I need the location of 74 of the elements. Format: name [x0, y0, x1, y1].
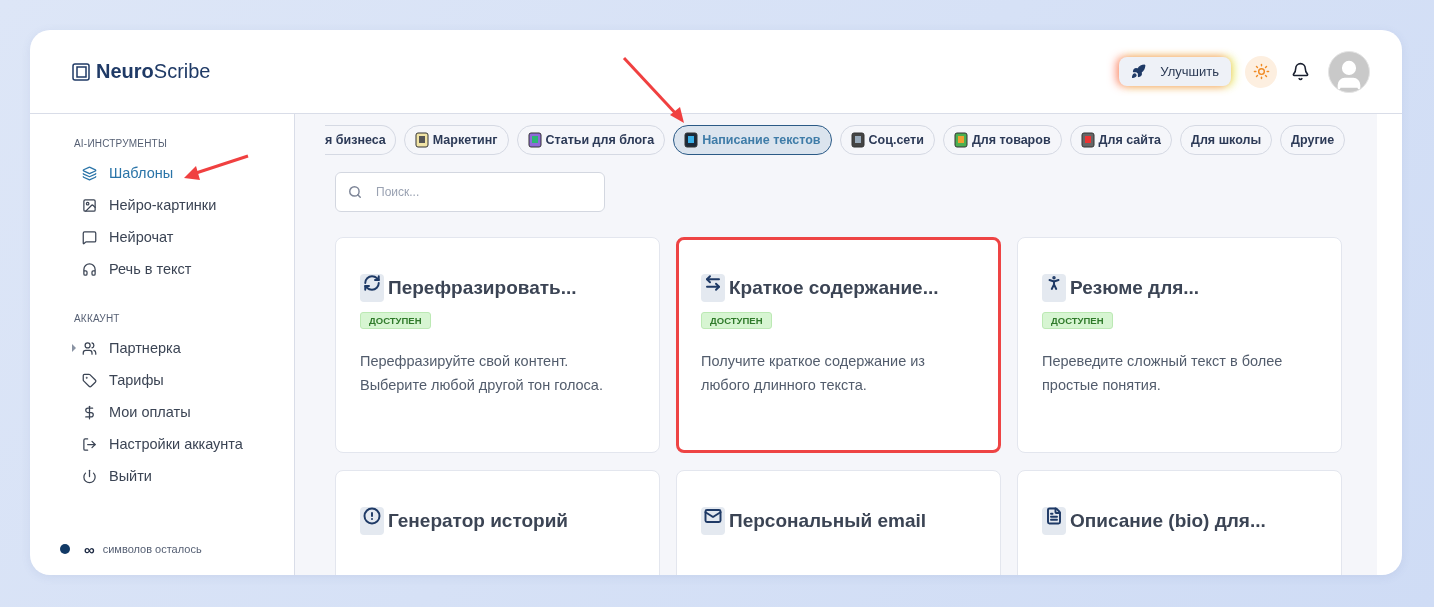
card-title: Резюме для...: [1070, 277, 1200, 299]
card-description: Получите краткое содержание из любого длинного текста.: [701, 352, 927, 395]
card-description: Переведите сложный текст в более простые понятия.: [1042, 352, 1284, 395]
upgrade-button[interactable]: Улучшить: [1119, 57, 1231, 86]
notepad-icon: [414, 132, 429, 148]
status-dot: [60, 544, 70, 554]
sidebar-item[interactable]: Партнерка: [56, 332, 294, 364]
sun-icon: [1252, 63, 1270, 80]
card-description: Перефразируйте свой контент. Выберите любой другой тон голоса.: [360, 352, 604, 395]
card-title: Краткое содержание...: [729, 277, 939, 299]
image-icon: [82, 197, 97, 213]
phone-icon: [684, 132, 699, 148]
template-card[interactable]: Генератор историй: [335, 470, 660, 575]
sidebar-item[interactable]: Нейро-картинки: [56, 189, 294, 221]
text-arrows-icon: [701, 274, 725, 302]
person-icon: [1042, 274, 1066, 302]
theme-toggle-button[interactable]: [1245, 55, 1277, 88]
caret-icon[interactable]: [72, 344, 76, 352]
sidebar-item[interactable]: Шаблоны: [56, 157, 294, 189]
category-chip[interactable]: Маркетинг: [403, 125, 509, 155]
shopping-bag-icon: [527, 132, 542, 148]
status-badge: ДОСТУПЕН: [360, 312, 431, 329]
search-icon: [348, 185, 362, 199]
section-title: AI-ИНСТРУМЕНТЫ: [74, 138, 168, 149]
category-chip[interactable]: Статьи для блога: [516, 125, 666, 155]
template-card[interactable]: Персональный email: [676, 470, 1001, 575]
card-title: Персональный email: [729, 510, 927, 532]
headphones-icon: [82, 261, 97, 277]
template-card[interactable]: Краткое содержание... ДОСТУПЕН Получите краткое содержание из любого длинного текста.: [676, 237, 1001, 453]
search-field[interactable]: Поиск...: [335, 172, 605, 212]
symbols-left-text: символов осталось: [102, 543, 202, 555]
mail-icon: [701, 507, 725, 535]
infinity-symbol: ∞: [84, 540, 95, 558]
card-title: Описание (bio) для...: [1070, 510, 1266, 532]
alert-icon: [360, 507, 384, 535]
sidebar-item[interactable]: Нейрочат: [56, 221, 294, 253]
template-card[interactable]: Перефразировать... ДОСТУПЕН Перефразируйте свой контент. Выберите любой другой тон голоса.: [335, 237, 660, 453]
laptop-icon: [850, 132, 865, 148]
dollar-icon: [82, 404, 97, 420]
card-title: Перефразировать...: [388, 277, 577, 299]
sidebar-item[interactable]: Тарифы: [56, 364, 294, 396]
people-icon: [82, 340, 97, 356]
annotation-arrow: [622, 56, 684, 123]
category-chip[interactable]: Соц.сети: [839, 125, 935, 155]
layers-icon: [82, 165, 97, 181]
status-badge: ДОСТУПЕН: [701, 312, 772, 329]
card-title: Генератор историй: [388, 510, 568, 532]
robot-face-icon: [1080, 132, 1095, 148]
category-chip[interactable]: Другие: [1280, 125, 1346, 155]
sidebar-item[interactable]: Мои оплаты: [56, 396, 294, 428]
rocket-icon: [1131, 64, 1147, 79]
document-icon: [1042, 507, 1066, 535]
refresh-icon: [360, 274, 384, 302]
annotation-arrow: [184, 154, 249, 180]
logo-icon: [72, 62, 90, 81]
template-card[interactable]: Резюме для... ДОСТУПЕН Переведите сложный текст в более простые понятия.: [1017, 237, 1342, 453]
avatar[interactable]: [1328, 50, 1370, 93]
tag-icon: [82, 372, 97, 388]
template-card[interactable]: Описание (bio) для...: [1017, 470, 1342, 575]
sidebar-item[interactable]: Настройки аккаунта: [56, 428, 294, 460]
power-icon: [82, 468, 97, 484]
logo-text[interactable]: NeuroScribe: [96, 60, 211, 83]
sidebar-item[interactable]: Речь в текст: [56, 253, 294, 285]
section-title: АККАУНТ: [74, 313, 121, 324]
category-chip[interactable]: Для товаров: [942, 125, 1062, 155]
category-chip[interactable]: Для школы: [1180, 125, 1273, 155]
status-badge: ДОСТУПЕН: [1042, 312, 1113, 329]
category-chip[interactable]: Для сайта: [1069, 125, 1172, 155]
books-icon: [953, 132, 968, 148]
category-chip[interactable]: Написание текстов: [673, 125, 832, 155]
sidebar-item[interactable]: Выйти: [56, 460, 294, 492]
category-chip[interactable]: я бизнеса: [325, 125, 396, 155]
chat-bubble-icon: [82, 229, 97, 245]
logout-icon: [82, 436, 97, 452]
